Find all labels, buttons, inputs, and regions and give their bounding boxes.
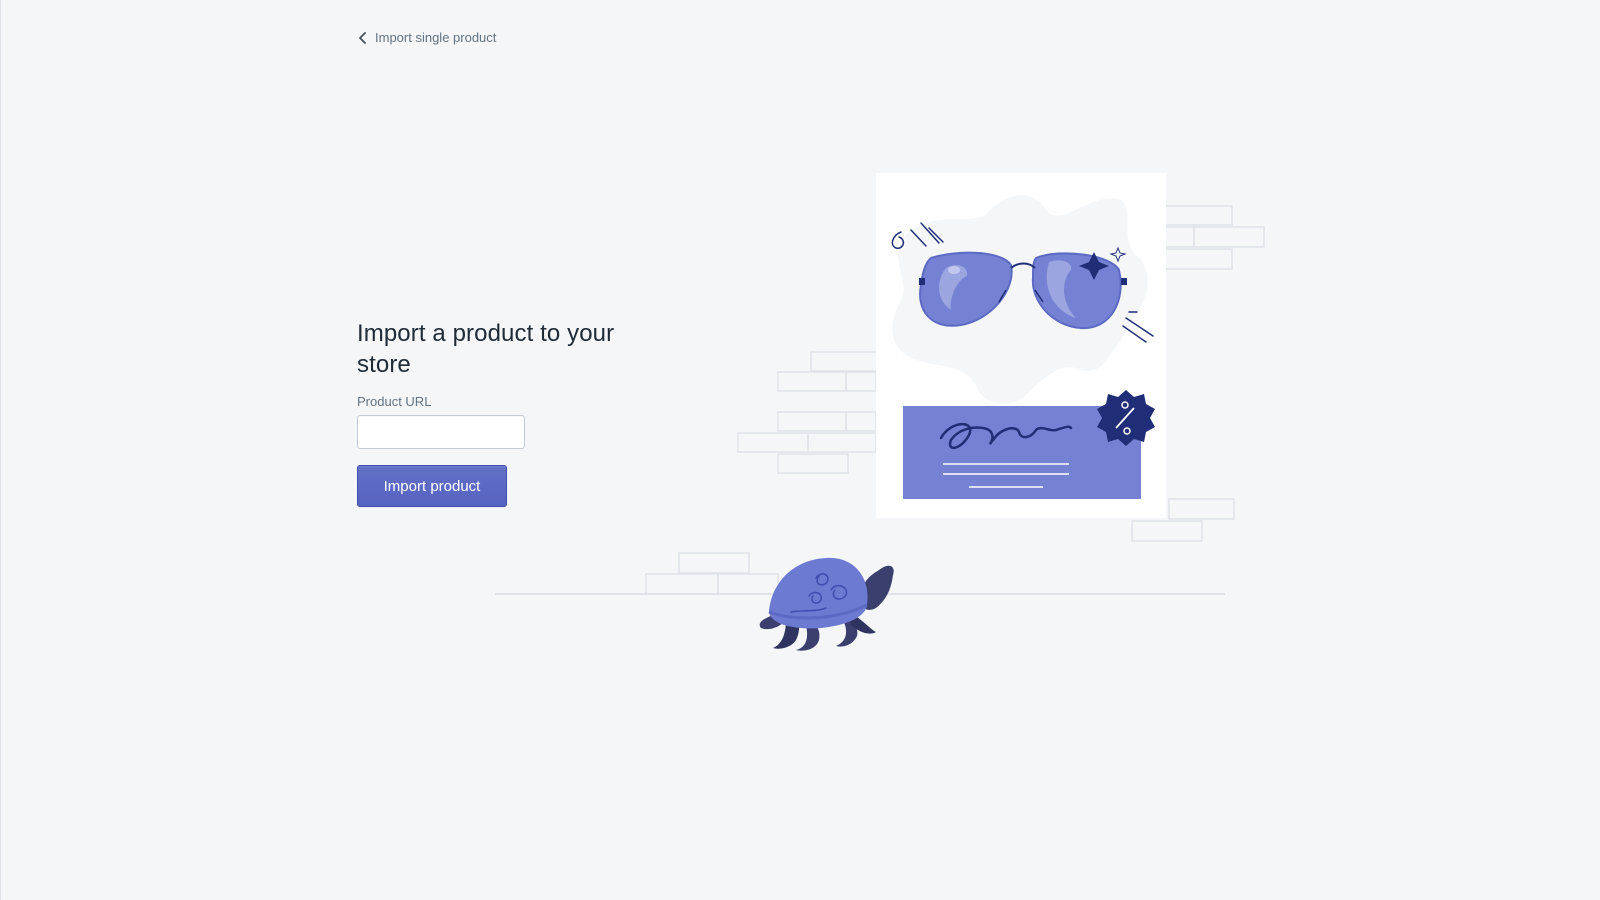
chevron-left-icon xyxy=(359,31,366,44)
product-card-illustration xyxy=(876,173,1166,518)
product-url-input[interactable] xyxy=(357,415,525,449)
product-url-label: Product URL xyxy=(357,394,432,409)
brick-wall-icon xyxy=(645,205,1265,595)
import-product-button[interactable]: Import product xyxy=(357,465,507,507)
breadcrumb-label: Import single product xyxy=(375,30,497,45)
empty-state-illustration xyxy=(495,173,1265,651)
page: Import single product Import a product t… xyxy=(0,0,1600,900)
percent-badge-icon xyxy=(1097,390,1155,446)
coupon-card-icon xyxy=(903,406,1141,499)
import-form: Import a product to your store Product U… xyxy=(357,318,657,507)
sunglasses-icon xyxy=(919,246,1127,330)
turtle-icon xyxy=(759,557,894,651)
page-title: Import a product to your store xyxy=(357,320,615,378)
breadcrumb-back-link[interactable]: Import single product xyxy=(357,30,496,45)
